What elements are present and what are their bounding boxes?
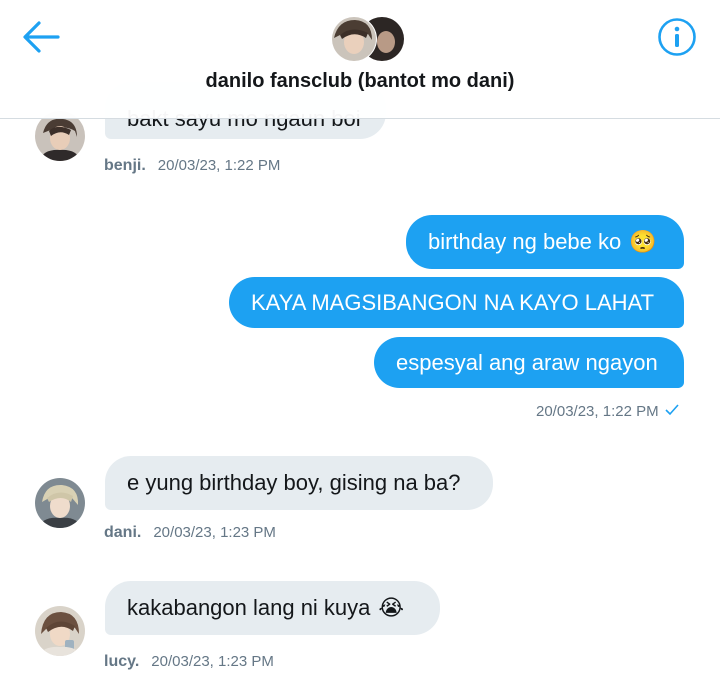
message-text: e yung birthday boy, gising na ba? <box>127 470 461 495</box>
pleading-face-emoji: 🥺 <box>629 229 657 254</box>
back-arrow-icon[interactable] <box>18 14 64 60</box>
message-bubble-outgoing[interactable]: espesyal ang araw ngayon <box>374 337 684 388</box>
message-meta: dani. 20/03/23, 1:23 PM <box>104 524 276 542</box>
sender-name[interactable]: lucy. <box>104 653 139 671</box>
conversation-header: danilo fansclub (bantot mo dani) <box>0 0 720 119</box>
info-icon[interactable] <box>656 16 698 58</box>
message-timestamp: 20/03/23, 1:23 PM <box>151 653 274 670</box>
sender-name[interactable]: dani. <box>104 524 141 542</box>
message-text: KAYA MAGSIBANGON NA KAYO LAHAT <box>251 289 655 315</box>
conversation-title[interactable]: danilo fansclub (bantot mo dani) <box>0 70 720 93</box>
group-avatar[interactable] <box>330 16 406 62</box>
avatar-lucy[interactable] <box>35 606 85 656</box>
message-timestamp: 20/03/23, 1:22 PM <box>157 157 281 174</box>
check-icon <box>665 403 679 420</box>
message-meta: lucy. 20/03/23, 1:23 PM <box>104 653 274 671</box>
crying-face-emoji: 😭 <box>378 595 405 620</box>
avatar-dani[interactable] <box>35 478 85 528</box>
message-text: kakabangon lang ni kuya <box>127 595 371 620</box>
sender-name[interactable]: benji. <box>104 157 146 175</box>
message-bubble-incoming[interactable]: e yung birthday boy, gising na ba? <box>105 456 493 510</box>
message-timestamp: 20/03/23, 1:23 PM <box>153 524 276 541</box>
message-text: birthday ng bebe ko <box>428 229 622 254</box>
message-text: espesyal ang araw ngayon <box>396 349 658 375</box>
message-bubble-incoming[interactable]: kakabangon lang ni kuya 😭 <box>105 581 440 635</box>
message-bubble-outgoing[interactable]: birthday ng bebe ko 🥺 <box>406 215 684 269</box>
message-meta: 20/03/23, 1:22 PM <box>536 403 679 420</box>
message-bubble-outgoing[interactable]: KAYA MAGSIBANGON NA KAYO LAHAT <box>229 277 684 328</box>
message-timestamp: 20/03/23, 1:22 PM <box>536 403 659 420</box>
message-meta: benji. 20/03/23, 1:22 PM <box>104 157 280 175</box>
